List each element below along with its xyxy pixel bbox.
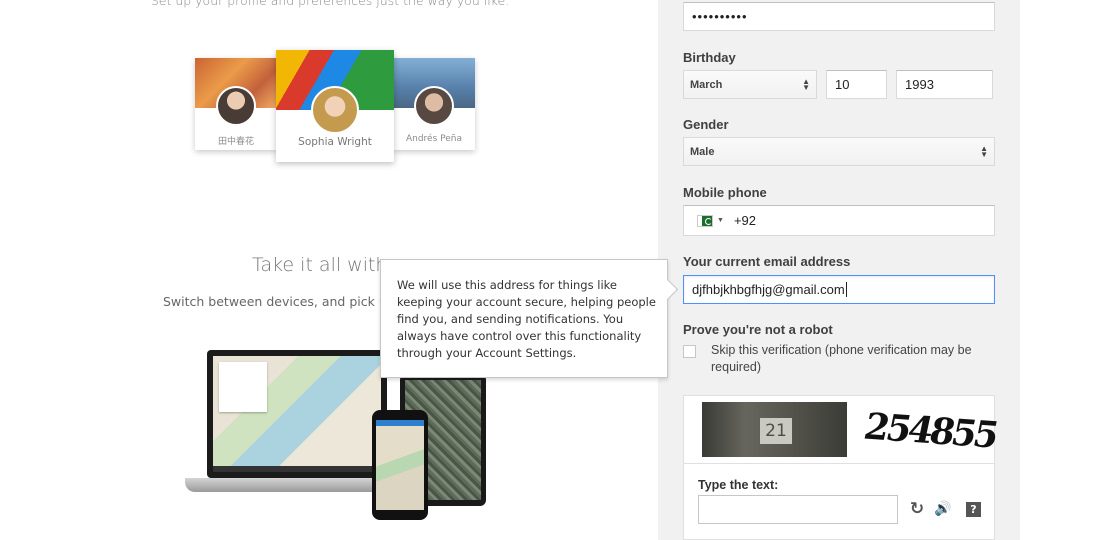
divider xyxy=(684,463,994,464)
email-info-tooltip: We will use this address for things like… xyxy=(380,259,668,378)
up-down-arrows-icon: ▲ ▼ xyxy=(980,143,988,159)
month-value: March xyxy=(690,78,723,91)
gender-value: Male xyxy=(690,145,715,158)
country-code: +92 xyxy=(733,213,756,228)
password-confirm-field[interactable]: •••••••••• xyxy=(683,2,995,31)
current-email-field[interactable]: djfhbjkhbgfhjg@gmail.com xyxy=(683,275,995,304)
promo-heading: Take it all with xyxy=(252,254,388,276)
signup-page: Set up your profile and preferences just… xyxy=(0,0,1098,540)
captcha-distorted-text: 254855 xyxy=(860,405,1000,457)
pakistan-flag-icon[interactable] xyxy=(698,215,712,226)
captcha-photo: 21 xyxy=(702,402,847,457)
mobile-phone-label: Mobile phone xyxy=(683,185,767,200)
laptop-screen xyxy=(207,350,387,478)
gender-select[interactable]: Male ▲ ▼ xyxy=(683,137,995,166)
avatar xyxy=(216,86,256,126)
skip-verification-checkbox[interactable] xyxy=(683,345,696,358)
birthday-label: Birthday xyxy=(683,50,736,65)
profile-name: 田中春花 xyxy=(217,137,254,147)
profile-card: Sophia Wright xyxy=(276,50,394,162)
gender-label: Gender xyxy=(683,117,729,132)
promo-subtext: Switch between devices, and pick up xyxy=(163,294,395,309)
captcha-box: 21 254855 Type the text: ↻ 🔊 ? xyxy=(683,395,1000,540)
audio-icon[interactable]: 🔊 xyxy=(934,500,952,518)
robot-check-label: Prove you're not a robot xyxy=(683,322,833,337)
phone xyxy=(372,410,428,520)
email-label: Your current email address xyxy=(683,254,851,269)
refresh-icon[interactable]: ↻ xyxy=(908,500,926,518)
profile-name: Sophia Wright xyxy=(298,136,372,148)
help-icon[interactable]: ? xyxy=(966,502,981,517)
profile-card: Andrés Peña xyxy=(393,58,475,150)
avatar xyxy=(311,86,359,134)
avatar xyxy=(414,86,454,126)
text-caret xyxy=(845,282,847,297)
captcha-photo-number: 21 xyxy=(760,418,792,444)
profile-card: 田中春花 xyxy=(195,58,277,150)
map-image xyxy=(213,356,381,472)
up-down-arrows-icon: ▲ ▼ xyxy=(802,76,810,92)
profile-cards: 田中春花 Sophia Wright Andrés Peña xyxy=(195,50,475,170)
captcha-type-label: Type the text: xyxy=(698,478,779,492)
captcha-input[interactable] xyxy=(698,495,898,524)
profile-name: Andrés Peña xyxy=(405,134,463,144)
birthday-year-field[interactable]: 1993 xyxy=(896,70,993,99)
mobile-phone-field[interactable]: ▼ +92 xyxy=(683,205,995,236)
promo-tagline: Set up your profile and preferences just… xyxy=(150,0,510,8)
email-value: djfhbjkhbgfhjg@gmail.com xyxy=(692,282,845,297)
phone-map-image xyxy=(376,420,424,510)
skip-verification-label[interactable]: Skip this verification (phone verificati… xyxy=(711,342,1001,376)
birthday-month-select[interactable]: March ▲ ▼ xyxy=(683,70,817,99)
signup-form: •••••••••• Birthday March ▲ ▼ 10 1993 Gen… xyxy=(658,0,1020,540)
birthday-day-field[interactable]: 10 xyxy=(826,70,887,99)
tooltip-text: We will use this address for things like… xyxy=(397,278,656,360)
chevron-down-icon[interactable]: ▼ xyxy=(717,217,724,224)
